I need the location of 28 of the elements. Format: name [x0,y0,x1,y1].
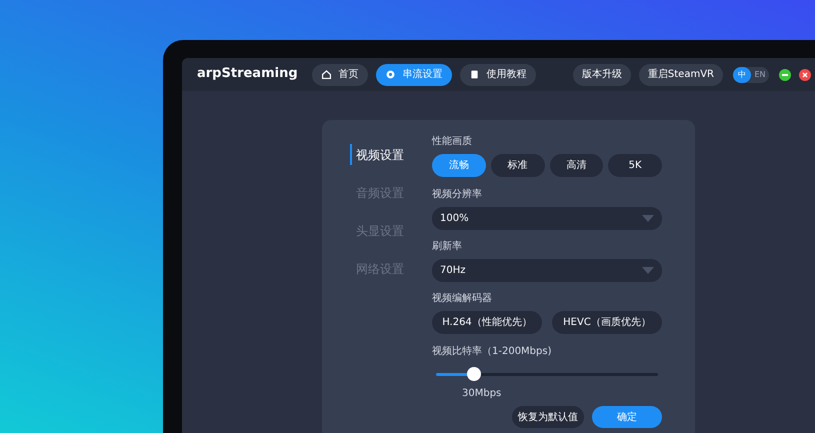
field-value: 70Hz [440,264,466,278]
slider-thumb[interactable] [466,367,481,381]
minimize-icon[interactable] [779,68,791,80]
option-button[interactable]: 标准 [490,154,544,177]
option-button[interactable]: 5K [608,154,662,177]
option-button[interactable]: HEVC（画质优先） [552,311,662,334]
field-label: 性能画质 [432,134,473,149]
action-button[interactable]: 重启SteamVR [638,64,723,86]
dropdown-field[interactable]: 70Hz [432,259,662,282]
nav-tab[interactable]: 首页 [312,64,368,86]
app-logo: arpStreaming [197,66,298,83]
caret-icon [642,267,654,274]
language-option[interactable]: EN [751,66,769,82]
dropdown-field[interactable]: 100% [432,207,662,230]
caret-icon [642,215,654,222]
field-label: 视频比特率（1-200Mbps) [432,344,552,359]
field-label: 刷新率 [432,240,463,254]
field-label: 视频分辨率 [432,188,483,202]
option-button[interactable]: 高清 [550,154,604,177]
field-value: 100% [440,212,469,226]
slider-reading: 30Mbps [462,387,502,401]
nav-tab[interactable]: 使用教程 [460,64,536,86]
action-button[interactable]: 版本升级 [572,64,631,86]
field-label: 视频编解码器 [432,292,493,306]
option-button[interactable]: H.264（性能优先） [432,311,542,334]
close-icon[interactable] [799,68,811,80]
home-icon [320,69,332,80]
dialog-button[interactable]: 恢复为默认值 [512,406,584,428]
